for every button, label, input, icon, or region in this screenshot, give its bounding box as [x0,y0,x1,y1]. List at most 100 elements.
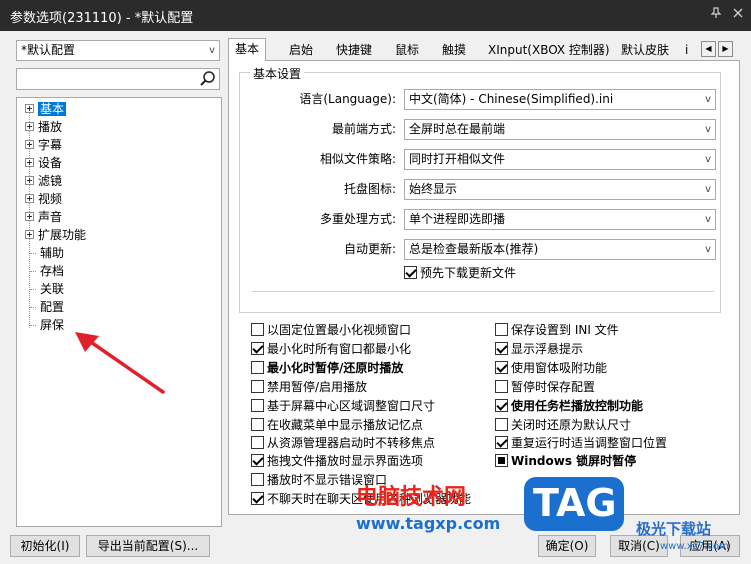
checkbox-box[interactable] [495,454,508,467]
tray-icon-label: 托盘图标: [343,182,396,196]
checkbox-box[interactable] [495,399,508,412]
option-disable-pause[interactable]: 禁用暂停/启用播放 [251,379,367,396]
checkbox-box[interactable] [495,361,508,374]
chevron-down-icon: v [705,184,711,195]
tree-item-label: 字幕 [38,138,63,152]
tree-item-screensaver[interactable]: 屏保 [40,316,64,334]
search-box [16,68,220,90]
chevron-down-icon: v [209,45,215,56]
checkbox-box[interactable] [251,492,264,505]
tree-item-basic[interactable]: 基本 [25,100,67,118]
search-icon[interactable] [199,70,217,88]
expand-icon[interactable] [25,176,34,185]
tab-mouse[interactable]: 鼠标 [389,40,425,60]
checkbox-box[interactable] [495,418,508,431]
title-bar[interactable]: 参数选项(231110) - *默认配置 [0,0,751,31]
init-button[interactable]: 初始化(I) [10,535,80,557]
option-no-focus-shift[interactable]: 从资源管理器启动时不转移焦点 [251,435,435,452]
checkbox-box[interactable] [251,342,264,355]
similar-files-label: 相似文件策略: [319,152,396,166]
predownload-checkbox[interactable]: 预先下载更新文件 [404,265,516,282]
export-config-button[interactable]: 导出当前配置(S)... [86,535,210,557]
checkbox-box[interactable] [251,454,264,467]
tree-item-playback[interactable]: 播放 [25,118,62,136]
close-icon[interactable] [728,5,748,25]
option-fixed-minimize[interactable]: 以固定位置最小化视频窗口 [251,322,411,339]
auto-update-label: 自动更新: [343,242,396,256]
checkbox-box[interactable] [251,399,264,412]
option-save-ini[interactable]: 保存设置到 INI 文件 [495,322,619,339]
tab-overflow[interactable]: i [683,40,690,60]
tab-default-skin[interactable]: 默认皮肤 [615,40,675,60]
language-select[interactable]: 中文(简体) - Chinese(Simplified).ini v [404,89,716,110]
checkbox-box[interactable] [495,436,508,449]
option-window-snap[interactable]: 使用窗体吸附功能 [495,360,607,377]
expand-icon[interactable] [25,212,34,221]
tab-scroll-left-icon[interactable]: ◀ [701,41,716,57]
chevron-down-icon: v [705,244,711,255]
tree-item-assist[interactable]: 辅助 [40,244,64,262]
option-lock-pause[interactable]: Windows 锁屏时暂停 [495,453,636,470]
tree-item-config[interactable]: 配置 [40,298,64,316]
option-drag-show-ui[interactable]: 拖拽文件播放时显示界面选项 [251,453,423,470]
pin-icon[interactable] [706,5,726,25]
tree-item-label: 屏保 [40,318,65,332]
expand-icon[interactable] [25,230,34,239]
search-input[interactable] [19,70,195,88]
tree-guide-line [30,253,36,254]
tray-icon-select[interactable]: 始终显示 v [404,179,716,200]
checkbox-box[interactable] [251,380,264,393]
checkbox-box[interactable] [495,342,508,355]
option-save-on-pause[interactable]: 暂停时保存配置 [495,379,595,396]
option-bookmark-memory[interactable]: 在收藏菜单中显示播放记忆点 [251,417,423,434]
similar-files-select[interactable]: 同时打开相似文件 v [404,149,716,170]
option-minimize-all[interactable]: 最小化时所有窗口都最小化 [251,341,411,358]
tab-scroll-right-icon[interactable]: ▶ [718,41,733,57]
tree-item-subtitle[interactable]: 字幕 [25,136,62,154]
option-adjust-position[interactable]: 重复运行时适当调整窗口位置 [495,435,667,452]
tree-item-association[interactable]: 关联 [40,280,64,298]
tree-item-device[interactable]: 设备 [25,154,62,172]
expand-icon[interactable] [25,122,34,131]
expand-icon[interactable] [25,158,34,167]
ok-button[interactable]: 确定(O) [538,535,596,557]
multi-process-value: 单个进程即选即播 [409,212,506,226]
checkbox-box[interactable] [495,323,508,336]
checkbox-label: 暂停时保存配置 [511,380,596,394]
similar-files-value: 同时打开相似文件 [409,152,506,166]
tree-item-video[interactable]: 视频 [25,190,62,208]
checkbox-label: Windows 锁屏时暂停 [511,454,637,468]
option-restore-default-size[interactable]: 关闭时还原为默认尺寸 [495,417,631,434]
expand-icon[interactable] [25,104,34,113]
checkbox-box[interactable] [251,473,264,486]
tab-label: 快捷键 [336,43,373,57]
tab-startup[interactable]: 启始 [283,40,319,60]
tab-xinput[interactable]: XInput(XBOX 控制器) [482,40,616,60]
option-tooltips[interactable]: 显示浮悬提示 [495,341,583,358]
tab-shortcuts[interactable]: 快捷键 [330,40,378,60]
tab-touch[interactable]: 触摸 [436,40,472,60]
tree-item-archive[interactable]: 存档 [40,262,64,280]
tab-basic[interactable]: 基本 [228,38,267,61]
tree-item-filter[interactable]: 滤镜 [25,172,62,190]
checkbox-box[interactable] [495,380,508,393]
tree-item-label: 播放 [38,120,63,134]
option-taskbar-controls[interactable]: 使用任务栏播放控制功能 [495,398,643,415]
auto-update-value: 总是检查最新版本(推荐) [409,242,539,256]
expand-icon[interactable] [25,194,34,203]
checkbox-box[interactable] [251,323,264,336]
tree-item-audio[interactable]: 声音 [25,208,62,226]
auto-update-select[interactable]: 总是检查最新版本(推荐) v [404,239,716,260]
checkbox-box[interactable] [251,361,264,374]
tree-item-extensions[interactable]: 扩展功能 [25,226,86,244]
checkbox-box[interactable] [251,436,264,449]
option-minimize-pause[interactable]: 最小化时暂停/还原时播放 [251,360,403,377]
watermark-site-url: www.tagxp.com [356,514,501,533]
option-center-resize[interactable]: 基于屏幕中心区域调整窗口尺寸 [251,398,435,415]
profile-select[interactable]: *默认配置 v [16,40,220,61]
checkbox-box[interactable] [251,418,264,431]
checkbox-box[interactable] [404,266,417,279]
multi-process-select[interactable]: 单个进程即选即播 v [404,209,716,230]
expand-icon[interactable] [25,140,34,149]
topmost-select[interactable]: 全屏时总在最前端 v [404,119,716,140]
